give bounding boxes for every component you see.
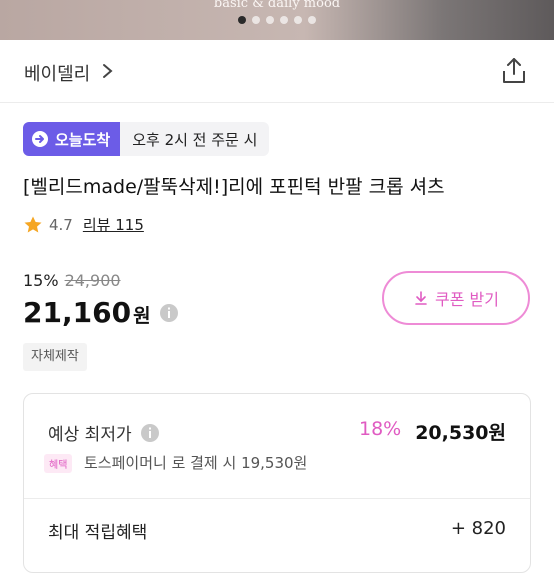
expected-price-label-row: 예상 최저가 [48,420,160,445]
badge-primary: 오늘도착 [23,122,121,156]
product-title: [벨리드made/팔뚝삭제!]리에 포핀턱 반팔 크롭 셔츠 [23,176,445,198]
benefit-box: 예상 최저가 18% 20,530원 혜택 토스페이머니 로 결제 시 19,5… [23,393,531,573]
share-icon[interactable] [500,56,528,86]
today-delivery-badge: 오늘도착 오후 2시 전 주문 시 [23,122,270,156]
rating-row: 4.7 리뷰 115 [23,214,144,235]
discount-rate: 15% [23,271,59,290]
chevron-right-icon[interactable] [100,62,115,80]
price-unit: 원 [133,305,151,327]
benefit-text: 토스페이머니 로 결제 시 19,530원 [84,454,308,472]
self-made-tag: 자체제작 [23,343,87,371]
review-link[interactable]: 리뷰 115 [83,214,144,235]
divider [24,498,530,499]
brand-link[interactable]: 베이델리 [24,60,90,86]
carousel-dot[interactable] [266,16,274,24]
discount-row: 15% 24,900 [23,271,121,290]
expected-lowest-price: 20,530원 [415,422,506,444]
info-icon[interactable] [140,423,160,443]
truck-icon [32,131,48,147]
original-price: 24,900 [64,271,121,290]
carousel-dot[interactable] [308,16,316,24]
rating-score: 4.7 [49,215,73,234]
carousel-dot[interactable] [238,16,246,24]
expected-discount-rate: 18% [359,418,402,440]
info-icon[interactable] [159,303,179,323]
brand-row: 베이델리 [0,40,554,103]
carousel-dot[interactable] [294,16,302,24]
points-value: + 820 [450,518,506,539]
points-label: 최대 적립혜택 [48,523,148,543]
hero-caption: basic & daily mood [213,0,341,11]
price-row: 21,160 원 [23,296,179,329]
product-image-carousel[interactable]: basic & daily mood [0,0,554,40]
coupon-button[interactable]: 쿠폰 받기 [382,271,530,325]
expected-price-label: 예상 최저가 [48,425,132,445]
download-icon [415,291,427,305]
benefit-tag: 혜택 [44,454,73,473]
current-price: 21,160 [23,296,132,329]
carousel-indicator [0,16,554,24]
star-icon [24,216,42,232]
badge-primary-label: 오늘도착 [55,130,111,149]
carousel-dot[interactable] [252,16,260,24]
coupon-label: 쿠폰 받기 [435,290,499,309]
badge-secondary: 오후 2시 전 주문 시 [120,122,270,156]
carousel-dot[interactable] [280,16,288,24]
